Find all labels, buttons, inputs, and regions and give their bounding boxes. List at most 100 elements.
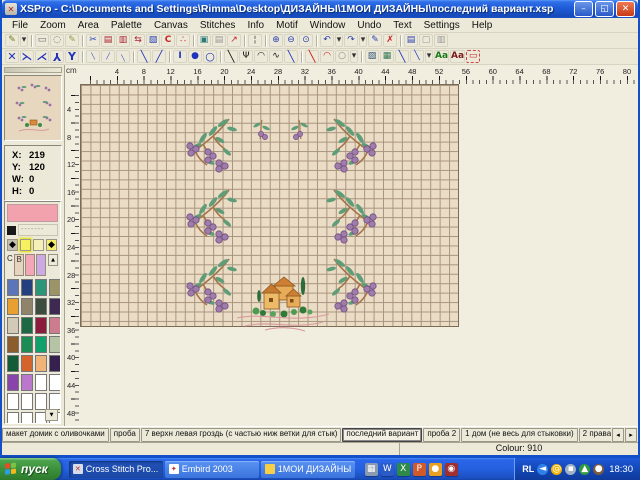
menu-item[interactable]: Zoom bbox=[34, 20, 72, 31]
bead-filled-tool[interactable]: ● bbox=[188, 50, 202, 63]
scatter-tool[interactable]: ∴ bbox=[176, 34, 190, 47]
undo-dropdown[interactable]: ▾ bbox=[335, 34, 343, 47]
current-color-swatch[interactable] bbox=[7, 204, 58, 222]
mirror-tool[interactable]: ⇆ bbox=[131, 34, 145, 47]
palette-swatch[interactable] bbox=[49, 298, 61, 315]
menu-item[interactable]: Motif bbox=[270, 20, 304, 31]
undo-button[interactable]: ↶ bbox=[320, 34, 334, 47]
tray-network-icon[interactable]: ▪ bbox=[565, 464, 576, 475]
zoom-out-button[interactable]: ⊖ bbox=[284, 34, 298, 47]
palette-swatch[interactable] bbox=[49, 393, 61, 410]
taskbar-task-folder[interactable]: 1МОИ ДИЗАЙНЫ bbox=[261, 461, 355, 478]
panel-grip[interactable] bbox=[4, 67, 62, 73]
quarter-stitch-tool-2[interactable]: ╱ bbox=[101, 50, 115, 63]
quicklaunch-media-icon[interactable]: ▦ bbox=[365, 463, 378, 476]
palette-swatch[interactable] bbox=[7, 412, 19, 424]
tray-shield-icon[interactable]: ▲ bbox=[579, 464, 590, 475]
palette-scroll-up-button[interactable]: ▲ bbox=[48, 254, 58, 266]
start-button[interactable]: пуск bbox=[0, 458, 61, 480]
mode-button-pale-yellow[interactable] bbox=[33, 239, 44, 251]
palette-swatch[interactable] bbox=[49, 336, 61, 353]
mode-button-diamond-grey[interactable]: ◆ bbox=[7, 239, 18, 251]
design-canvas[interactable] bbox=[79, 84, 638, 426]
cut-tool[interactable]: ✂ bbox=[86, 34, 100, 47]
full-cross-tool[interactable]: ✕ bbox=[5, 50, 19, 63]
three-quarter-tool-1[interactable]: ⋋ bbox=[20, 50, 34, 63]
palette-swatch[interactable] bbox=[49, 374, 61, 391]
paste-tool[interactable]: ▥ bbox=[116, 34, 130, 47]
menu-item[interactable]: Area bbox=[72, 20, 105, 31]
minimize-button[interactable]: – bbox=[574, 1, 593, 17]
long-stitch-curve-tool[interactable]: ◠ bbox=[320, 50, 334, 63]
marquee-select-tool[interactable]: ▭ bbox=[466, 50, 480, 63]
palette-swatch[interactable] bbox=[7, 317, 19, 334]
special-stitch-tool-1[interactable]: ╲ bbox=[395, 50, 409, 63]
outline-shape-dropdown[interactable]: ▾ bbox=[350, 50, 358, 63]
palette-swatch[interactable] bbox=[35, 393, 47, 410]
restore-button[interactable]: ◱ bbox=[595, 1, 614, 17]
header-swatch-pink[interactable] bbox=[25, 254, 35, 276]
design-tab[interactable]: проба 2 bbox=[423, 428, 460, 442]
design-tab[interactable]: проба bbox=[110, 428, 140, 442]
special-stitch-tool-2[interactable]: ╲ bbox=[410, 50, 424, 63]
french-knot-tool[interactable]: I bbox=[173, 50, 187, 63]
special-stitch-dropdown[interactable]: ▾ bbox=[425, 50, 433, 63]
half-stitch-tool-1[interactable]: ╲ bbox=[137, 50, 151, 63]
motif-library-tool[interactable]: ▦ bbox=[380, 50, 394, 63]
palette-swatch[interactable] bbox=[21, 298, 33, 315]
palette-swatch[interactable] bbox=[35, 336, 47, 353]
half-stitch-tool-2[interactable]: ╱ bbox=[152, 50, 166, 63]
palette-swatch[interactable] bbox=[35, 279, 47, 296]
header-swatch-beige[interactable]: B bbox=[14, 254, 24, 276]
three-quarter-tool-4[interactable]: Y bbox=[65, 50, 79, 63]
taskbar-task-embird[interactable]: ✦ Embird 2003 bbox=[165, 461, 259, 478]
redo-dropdown[interactable]: ▾ bbox=[359, 34, 367, 47]
tab-scroll-left-button[interactable]: ◂ bbox=[612, 428, 624, 442]
font-large-button[interactable]: Aa bbox=[450, 50, 465, 63]
palette-swatch[interactable] bbox=[21, 393, 33, 410]
zoom-in-button[interactable]: ⊕ bbox=[269, 34, 283, 47]
menu-item[interactable]: Settings bbox=[418, 20, 466, 31]
palette-swatch[interactable] bbox=[35, 374, 47, 391]
quicklaunch-powerpoint-icon[interactable]: P bbox=[413, 463, 426, 476]
pattern-flip-tool[interactable]: ▧ bbox=[146, 34, 160, 47]
rotate-tool[interactable]: C bbox=[161, 34, 175, 47]
palette-swatch[interactable] bbox=[7, 279, 19, 296]
new-page-button[interactable]: ▢ bbox=[419, 34, 433, 47]
motif-fill-tool[interactable]: ▨ bbox=[365, 50, 379, 63]
palette-swatch[interactable] bbox=[35, 355, 47, 372]
close-button[interactable]: ✕ bbox=[616, 1, 635, 17]
tab-scroll-right-button[interactable]: ▸ bbox=[625, 428, 637, 442]
copy-tool[interactable]: ▤ bbox=[101, 34, 115, 47]
outline-shape-tool[interactable]: ○ bbox=[335, 50, 349, 63]
menu-item[interactable]: Text bbox=[387, 20, 417, 31]
bead-outline-tool[interactable]: ○ bbox=[203, 50, 217, 63]
pointer-tool[interactable]: ↗ bbox=[227, 34, 241, 47]
lasso-select-tool[interactable]: ◌ bbox=[50, 34, 64, 47]
color-code-field[interactable]: ------- bbox=[18, 224, 58, 236]
design-tab[interactable]: 1 дом (не весь для стыковки) bbox=[461, 428, 578, 442]
thread-guide-tool[interactable]: ¦ bbox=[248, 34, 262, 47]
mode-button-diamond-yellow[interactable]: ◆ bbox=[46, 239, 57, 251]
tray-volume-icon[interactable]: ◄ bbox=[537, 464, 548, 475]
backstitch-tool[interactable]: ╲ bbox=[224, 50, 238, 63]
three-quarter-tool-3[interactable]: Y bbox=[50, 50, 64, 63]
palette-swatch[interactable] bbox=[21, 336, 33, 353]
quicklaunch-excel-icon[interactable]: X bbox=[397, 463, 410, 476]
palette-swatch[interactable] bbox=[21, 279, 33, 296]
palette-swatch[interactable] bbox=[21, 355, 33, 372]
quicklaunch-agent-icon[interactable]: ● bbox=[429, 463, 442, 476]
palette-scroll-down-button[interactable]: ▼ bbox=[45, 409, 58, 421]
zoom-reset-button[interactable]: ⊙ bbox=[299, 34, 313, 47]
palette-swatch[interactable] bbox=[35, 298, 47, 315]
language-indicator[interactable]: RL bbox=[522, 464, 534, 474]
design-tab[interactable]: 2 правая ниж гр bbox=[579, 428, 611, 442]
design-tab[interactable]: макет домик с оливочками bbox=[2, 428, 109, 442]
delete-tool[interactable]: ✗ bbox=[383, 34, 397, 47]
backstitch-loop-tool[interactable]: ∿ bbox=[269, 50, 283, 63]
screen-preview-button[interactable]: ▣ bbox=[197, 34, 211, 47]
backstitch-diagonal-tool[interactable]: ╲ bbox=[284, 50, 298, 63]
palette-swatch[interactable] bbox=[7, 336, 19, 353]
menu-item[interactable]: Canvas bbox=[148, 20, 194, 31]
menu-item[interactable]: Palette bbox=[105, 20, 148, 31]
